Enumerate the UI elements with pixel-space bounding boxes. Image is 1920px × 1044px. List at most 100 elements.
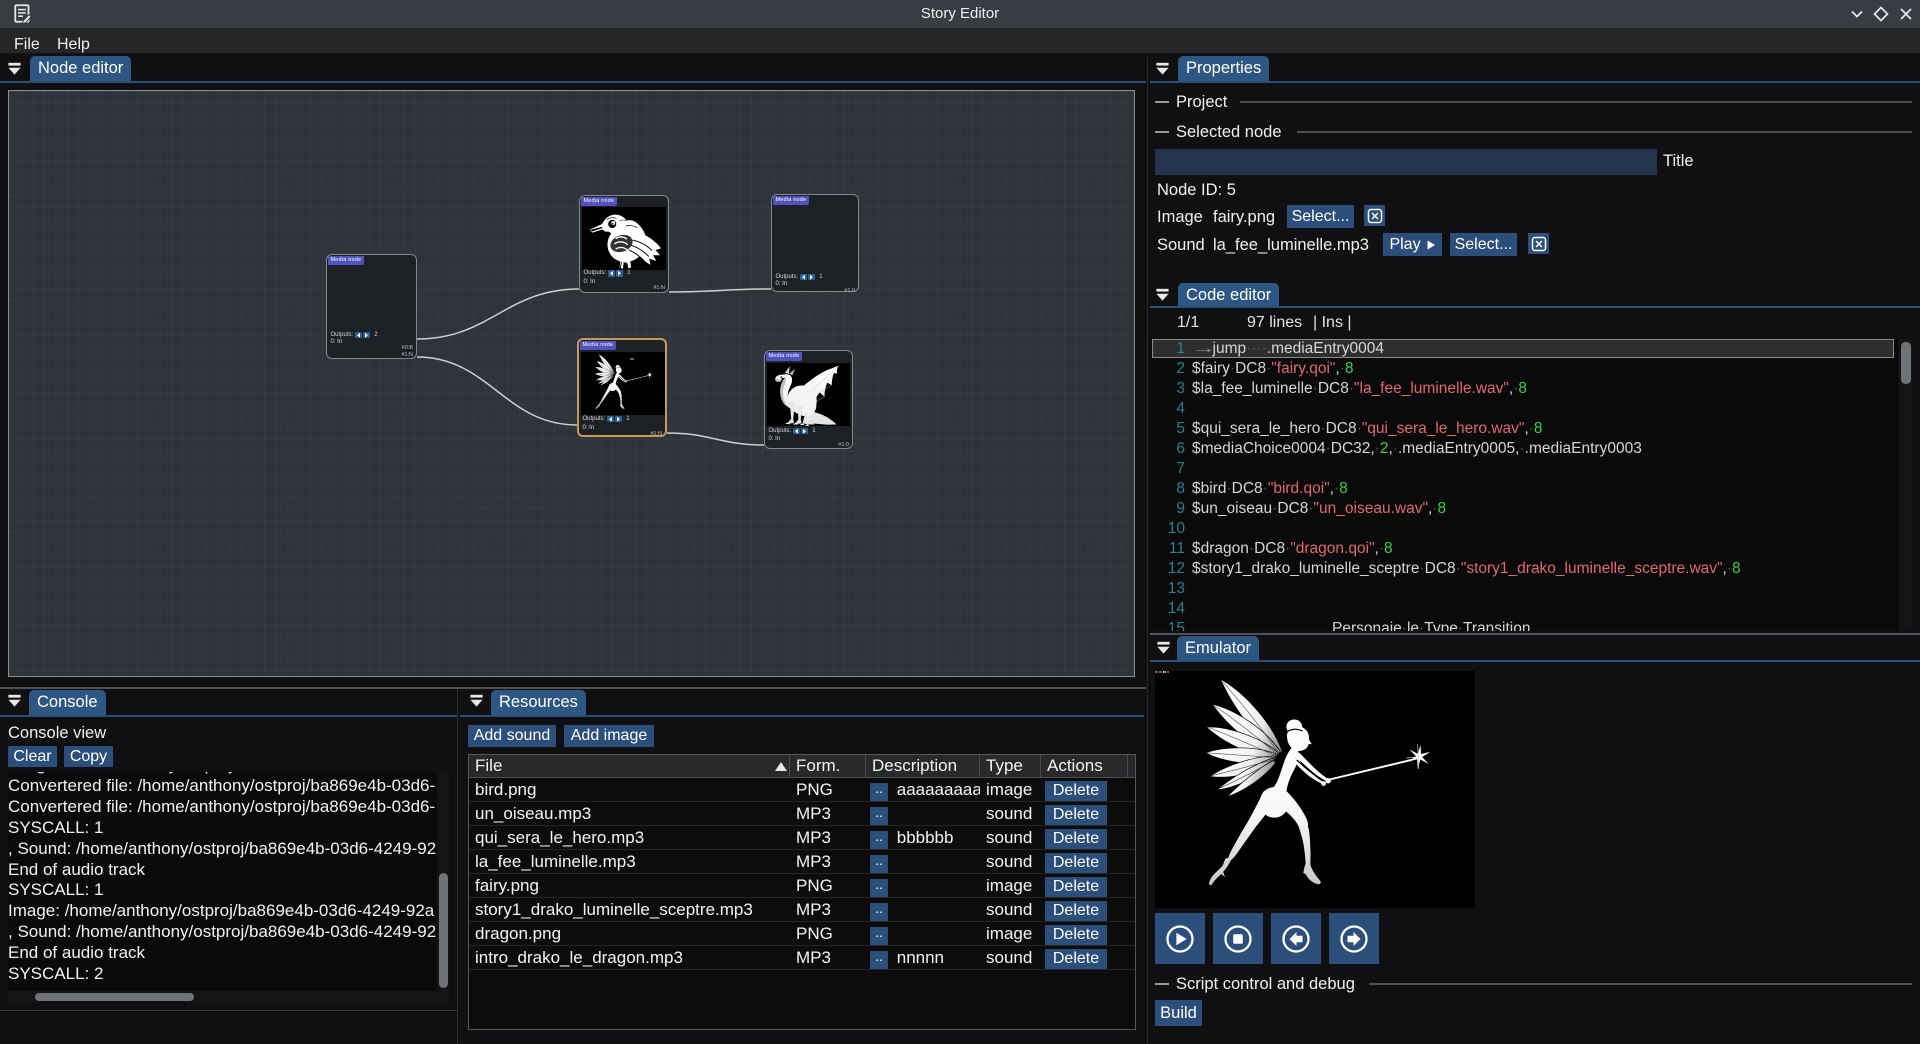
column-header-type[interactable]: Type bbox=[980, 755, 1041, 778]
emu-back-button[interactable] bbox=[1271, 913, 1321, 964]
resource-row[interactable]: la_fee_luminelle.mp3 MP3 .. sound Delete bbox=[469, 850, 1135, 874]
node-thumbnail-bird bbox=[582, 207, 666, 271]
project-group-line bbox=[1240, 101, 1912, 103]
menu-file[interactable]: File bbox=[8, 28, 46, 54]
node-port-label: #0:B bbox=[402, 345, 413, 351]
node-output-next-button[interactable] bbox=[615, 416, 622, 423]
image-clear-button[interactable] bbox=[1364, 205, 1385, 226]
resource-row[interactable]: dragon.png PNG .. image Delete bbox=[469, 922, 1135, 946]
node-output-next-button[interactable] bbox=[616, 270, 623, 277]
resource-row[interactable]: story1_drako_luminelle_sceptre.mp3 MP3 .… bbox=[469, 898, 1135, 922]
properties-collapse-icon[interactable] bbox=[1156, 61, 1169, 76]
column-header-file[interactable]: File bbox=[469, 755, 790, 778]
edit-description-button[interactable]: .. bbox=[870, 903, 888, 921]
image-select-button[interactable]: Select... bbox=[1287, 205, 1354, 228]
cell-file: bird.png bbox=[469, 778, 790, 802]
resources-collapse-icon[interactable] bbox=[470, 693, 483, 708]
column-header-form[interactable]: Form. bbox=[790, 755, 866, 778]
build-button[interactable]: Build bbox=[1155, 1000, 1202, 1026]
console-hscrollbar[interactable] bbox=[8, 991, 449, 1002]
title-input[interactable] bbox=[1155, 149, 1657, 175]
arrow-left-circle-icon bbox=[1278, 921, 1314, 957]
tab-code-editor[interactable]: Code editor bbox=[1178, 283, 1279, 308]
console-resources-splitter[interactable] bbox=[457, 689, 458, 1044]
add-sound-button[interactable]: Add sound bbox=[468, 725, 556, 747]
resource-row[interactable]: intro_drako_le_dragon.mp3 MP3 .. nnnnn s… bbox=[469, 946, 1135, 970]
delete-button[interactable]: Delete bbox=[1045, 949, 1107, 969]
emu-forward-button[interactable] bbox=[1329, 913, 1379, 964]
console-output[interactable]: Image: /home/anthony/ostproj/ba869e4b-03… bbox=[8, 772, 437, 991]
close-button[interactable] bbox=[1896, 4, 1916, 24]
graph-node-bird[interactable]: Media node Outputs: 10: In#1:N bbox=[579, 195, 669, 293]
emu-play-button[interactable] bbox=[1155, 913, 1205, 964]
code-vscrollbar[interactable] bbox=[1899, 340, 1912, 630]
code-line: 3 $la_fee_luminelle·DC8·"la_fee_luminell… bbox=[1150, 379, 1898, 399]
menu-help[interactable]: Help bbox=[51, 28, 96, 54]
sound-clear-button[interactable] bbox=[1528, 233, 1549, 254]
edit-description-button[interactable]: .. bbox=[870, 783, 888, 801]
resource-row[interactable]: fairy.png PNG .. image Delete bbox=[469, 874, 1135, 898]
node-canvas[interactable]: Media node Outputs: 20: In#0:B#1:N Media … bbox=[8, 90, 1135, 677]
resource-row[interactable]: bird.png PNG .. aaaaaaaaa image Delete bbox=[469, 778, 1135, 802]
main-splitter[interactable] bbox=[1147, 57, 1148, 1044]
column-header-description[interactable]: Description bbox=[866, 755, 980, 778]
stop-circle-icon bbox=[1220, 921, 1256, 957]
node-output-prev-button[interactable] bbox=[355, 332, 362, 339]
node-output-prev-button[interactable] bbox=[608, 270, 615, 277]
edit-description-button[interactable]: .. bbox=[870, 951, 888, 969]
node-output-next-button[interactable] bbox=[808, 274, 815, 281]
resource-row[interactable]: qui_sera_le_hero.mp3 MP3 .. bbbbbb sound… bbox=[469, 826, 1135, 850]
tab-emulator[interactable]: Emulator bbox=[1177, 636, 1259, 661]
edit-description-button[interactable]: .. bbox=[870, 855, 888, 873]
delete-button[interactable]: Delete bbox=[1045, 925, 1107, 945]
node-output-prev-button[interactable] bbox=[607, 416, 614, 423]
minimize-button[interactable] bbox=[1847, 4, 1867, 24]
resources-table: FileForm.DescriptionTypeActions bird.png… bbox=[468, 754, 1136, 1030]
emu-stop-button[interactable] bbox=[1213, 913, 1263, 964]
tab-resources[interactable]: Resources bbox=[491, 690, 586, 715]
cell-form: MP3 bbox=[790, 898, 866, 922]
delete-button[interactable]: Delete bbox=[1045, 781, 1107, 801]
edit-description-button[interactable]: .. bbox=[870, 927, 888, 945]
delete-button[interactable]: Delete bbox=[1045, 877, 1107, 897]
console-line: , Sound: /home/anthony/ostproj/ba869e4b-… bbox=[8, 839, 437, 860]
delete-button[interactable]: Delete bbox=[1045, 829, 1107, 849]
graph-node-fairy[interactable]: Media node Outputs: 10: In#1:N bbox=[577, 338, 667, 437]
code-mode: | Ins | bbox=[1313, 314, 1352, 332]
add-image-button[interactable]: Add image bbox=[564, 725, 654, 747]
console-collapse-icon[interactable] bbox=[8, 693, 21, 708]
delete-button[interactable]: Delete bbox=[1045, 805, 1107, 825]
code-line: 9 $un_oiseau·DC8·"un_oiseau.wav",·8 bbox=[1150, 499, 1898, 519]
node-output-prev-button[interactable] bbox=[800, 274, 807, 281]
delete-button[interactable]: Delete bbox=[1045, 901, 1107, 921]
node-output-next-button[interactable] bbox=[363, 332, 370, 339]
code-line: 15 Personaje·le·Type·Transition bbox=[1150, 619, 1898, 631]
tab-properties[interactable]: Properties bbox=[1178, 56, 1269, 81]
code-line: 7 bbox=[1150, 459, 1898, 479]
code-editor-area[interactable]: 1 →jump····.mediaEntry0004 2 $fairy·DC8·… bbox=[1150, 339, 1898, 631]
maximize-button[interactable] bbox=[1871, 4, 1891, 24]
graph-node-dragon[interactable]: Media node Outputs: 10: In#1:0 bbox=[764, 350, 853, 449]
left-splitter-line[interactable] bbox=[0, 687, 1146, 689]
delete-button[interactable]: Delete bbox=[1045, 853, 1107, 873]
emulator-collapse-icon[interactable] bbox=[1157, 640, 1170, 655]
edit-description-button[interactable]: .. bbox=[870, 807, 888, 825]
node-output-prev-button[interactable] bbox=[793, 428, 800, 435]
code-editor-collapse-icon[interactable] bbox=[1156, 287, 1169, 302]
graph-node-empty2[interactable]: Media node Outputs: 10: In#1:0 bbox=[771, 194, 859, 292]
console-copy-button[interactable]: Copy bbox=[64, 746, 113, 767]
node-output-next-button[interactable] bbox=[801, 428, 808, 435]
console-clear-button[interactable]: Clear bbox=[8, 746, 57, 767]
node-connection-wire bbox=[667, 433, 764, 445]
edit-description-button[interactable]: .. bbox=[870, 831, 888, 849]
console-vscrollbar[interactable] bbox=[437, 772, 449, 991]
sound-play-button[interactable]: Play bbox=[1383, 233, 1442, 256]
sound-select-button[interactable]: Select... bbox=[1450, 233, 1517, 256]
graph-node-empty0[interactable]: Media node Outputs: 20: In#0:B#1:N bbox=[326, 254, 417, 359]
edit-description-button[interactable]: .. bbox=[870, 879, 888, 897]
resource-row[interactable]: un_oiseau.mp3 MP3 .. sound Delete bbox=[469, 802, 1135, 826]
tab-node-editor[interactable]: Node editor bbox=[30, 56, 131, 81]
tab-console[interactable]: Console bbox=[29, 690, 106, 715]
node-editor-collapse-icon[interactable] bbox=[8, 61, 21, 76]
column-header-actions[interactable]: Actions bbox=[1041, 755, 1128, 778]
